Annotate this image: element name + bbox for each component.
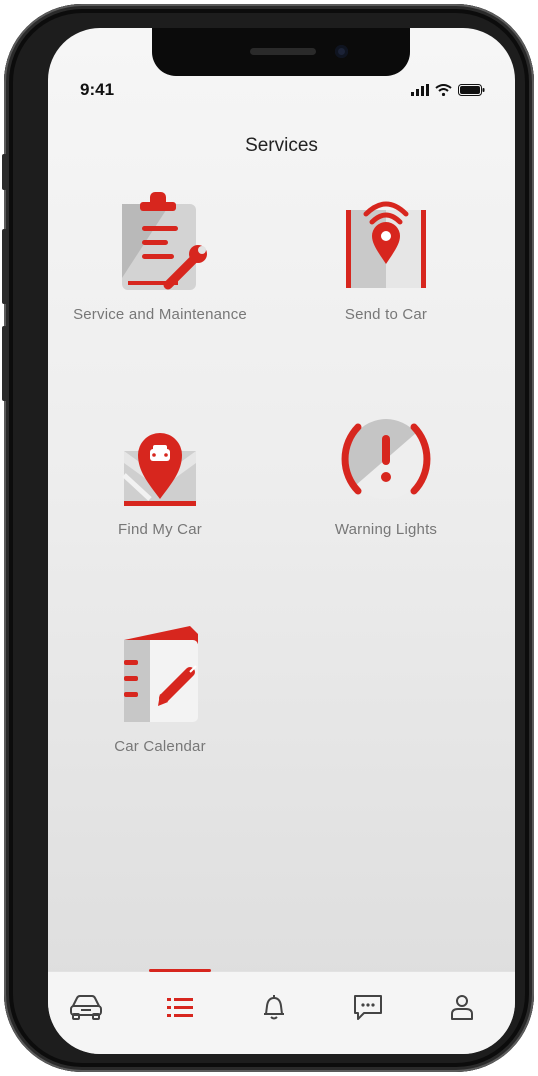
clipboard-wrench-icon [122,192,207,290]
tab-messages[interactable] [348,987,388,1027]
chat-icon [354,995,382,1020]
screen: 9:41 Services Service and Maintenance Se… [48,28,515,1054]
status-time: 9:41 [80,80,115,99]
tab-profile[interactable] [442,987,482,1027]
status-icons [411,84,485,96]
tab-bar [48,969,515,1054]
phone-frame: 9:41 Services Service and Maintenance Se… [2,4,534,1072]
tab-services[interactable] [160,987,200,1027]
send-to-car-tile[interactable]: Send to Car [281,188,491,323]
warning-exclamation-icon [341,419,431,499]
signal-icon [411,84,429,96]
car-calendar-tile[interactable]: Car Calendar [55,620,265,755]
car-icon [70,995,102,1020]
tab-notifications[interactable] [254,987,294,1027]
notebook-pencil-icon [124,626,198,722]
warning-lights-label: Warning Lights [334,521,438,538]
send-to-car-label: Send to Car [344,306,428,323]
speaker [250,48,316,55]
service-maintenance-label: Service and Maintenance [73,306,247,323]
list-icon [167,998,193,1017]
notch [152,28,410,76]
volume-up-button [2,229,7,304]
service-maintenance-tile[interactable]: Service and Maintenance [55,188,265,323]
mute-switch [2,154,7,190]
front-camera [335,45,348,58]
wifi-icon [435,84,452,96]
volume-down-button [2,326,7,401]
find-my-car-tile[interactable]: Find My Car [55,403,265,538]
tab-vehicle[interactable] [66,987,106,1027]
map-pin-signal-icon [346,201,426,288]
user-icon [451,995,473,1020]
active-tab-indicator [149,969,211,972]
warning-lights-tile[interactable]: Warning Lights [281,403,491,538]
page-title: Services [245,135,318,156]
bell-icon [264,995,284,1020]
car-calendar-label: Car Calendar [114,738,206,755]
car-location-pin-icon [122,433,196,506]
find-my-car-label: Find My Car [118,521,202,538]
battery-icon [458,84,485,96]
